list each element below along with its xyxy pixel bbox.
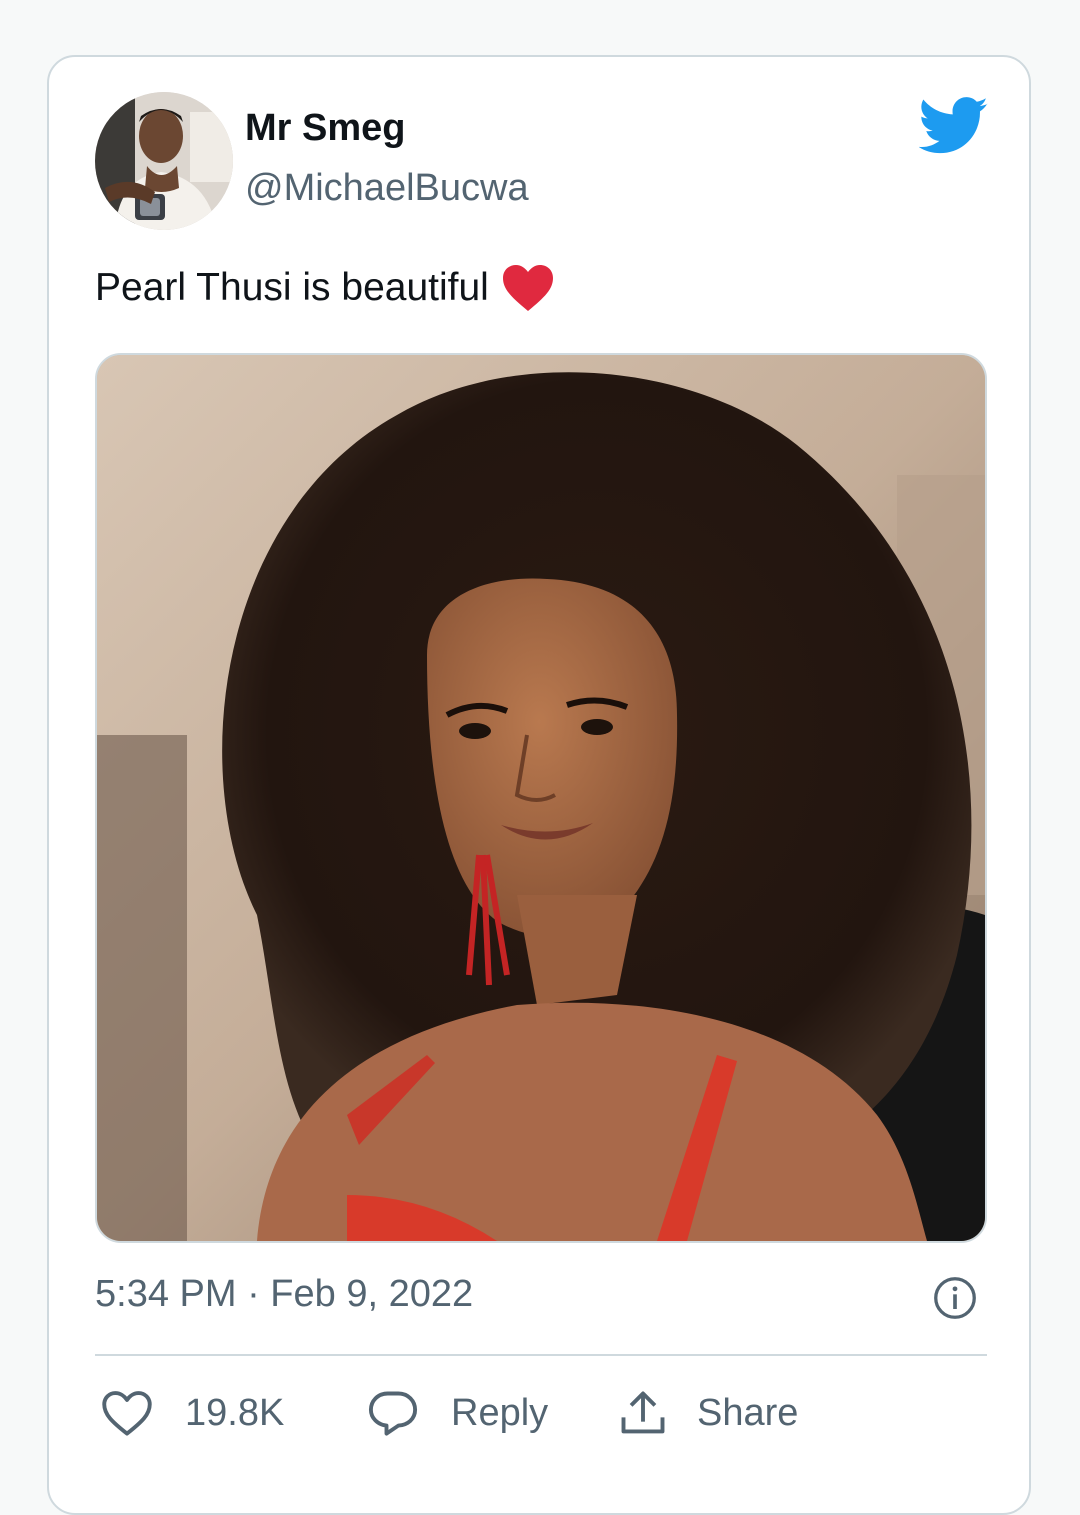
twitter-bird-icon[interactable]: [919, 95, 989, 157]
divider: [95, 1354, 987, 1356]
tweet-body: Pearl Thusi is beautiful: [95, 266, 489, 309]
author-handle[interactable]: @MichaelBucwa: [245, 167, 529, 210]
heart-icon: [102, 1391, 152, 1436]
info-icon[interactable]: [933, 1276, 977, 1320]
share-upload-icon: [621, 1391, 665, 1434]
share-button[interactable]: Share: [617, 1382, 798, 1444]
tweet-timestamp[interactable]: 5:34 PM · Feb 9, 2022: [95, 1273, 473, 1316]
reply-button[interactable]: Reply: [367, 1382, 548, 1444]
red-heart-emoji-icon: [502, 265, 553, 311]
like-button[interactable]: 19.8K: [101, 1382, 284, 1444]
like-count: 19.8K: [185, 1391, 285, 1434]
tweet-photo[interactable]: [95, 353, 987, 1243]
speech-bubble-icon: [368, 1391, 418, 1436]
avatar-photo: [95, 92, 233, 230]
share-label: Share: [697, 1391, 799, 1434]
author-name[interactable]: Mr Smeg: [245, 107, 405, 150]
reply-label: Reply: [451, 1391, 549, 1434]
tweet-text: Pearl Thusi is beautiful: [95, 263, 555, 313]
tweet-card[interactable]: Mr Smeg @MichaelBucwa Pearl Thusi is bea…: [47, 55, 1031, 1515]
portrait-photo: [97, 355, 985, 1241]
avatar[interactable]: [95, 92, 233, 230]
